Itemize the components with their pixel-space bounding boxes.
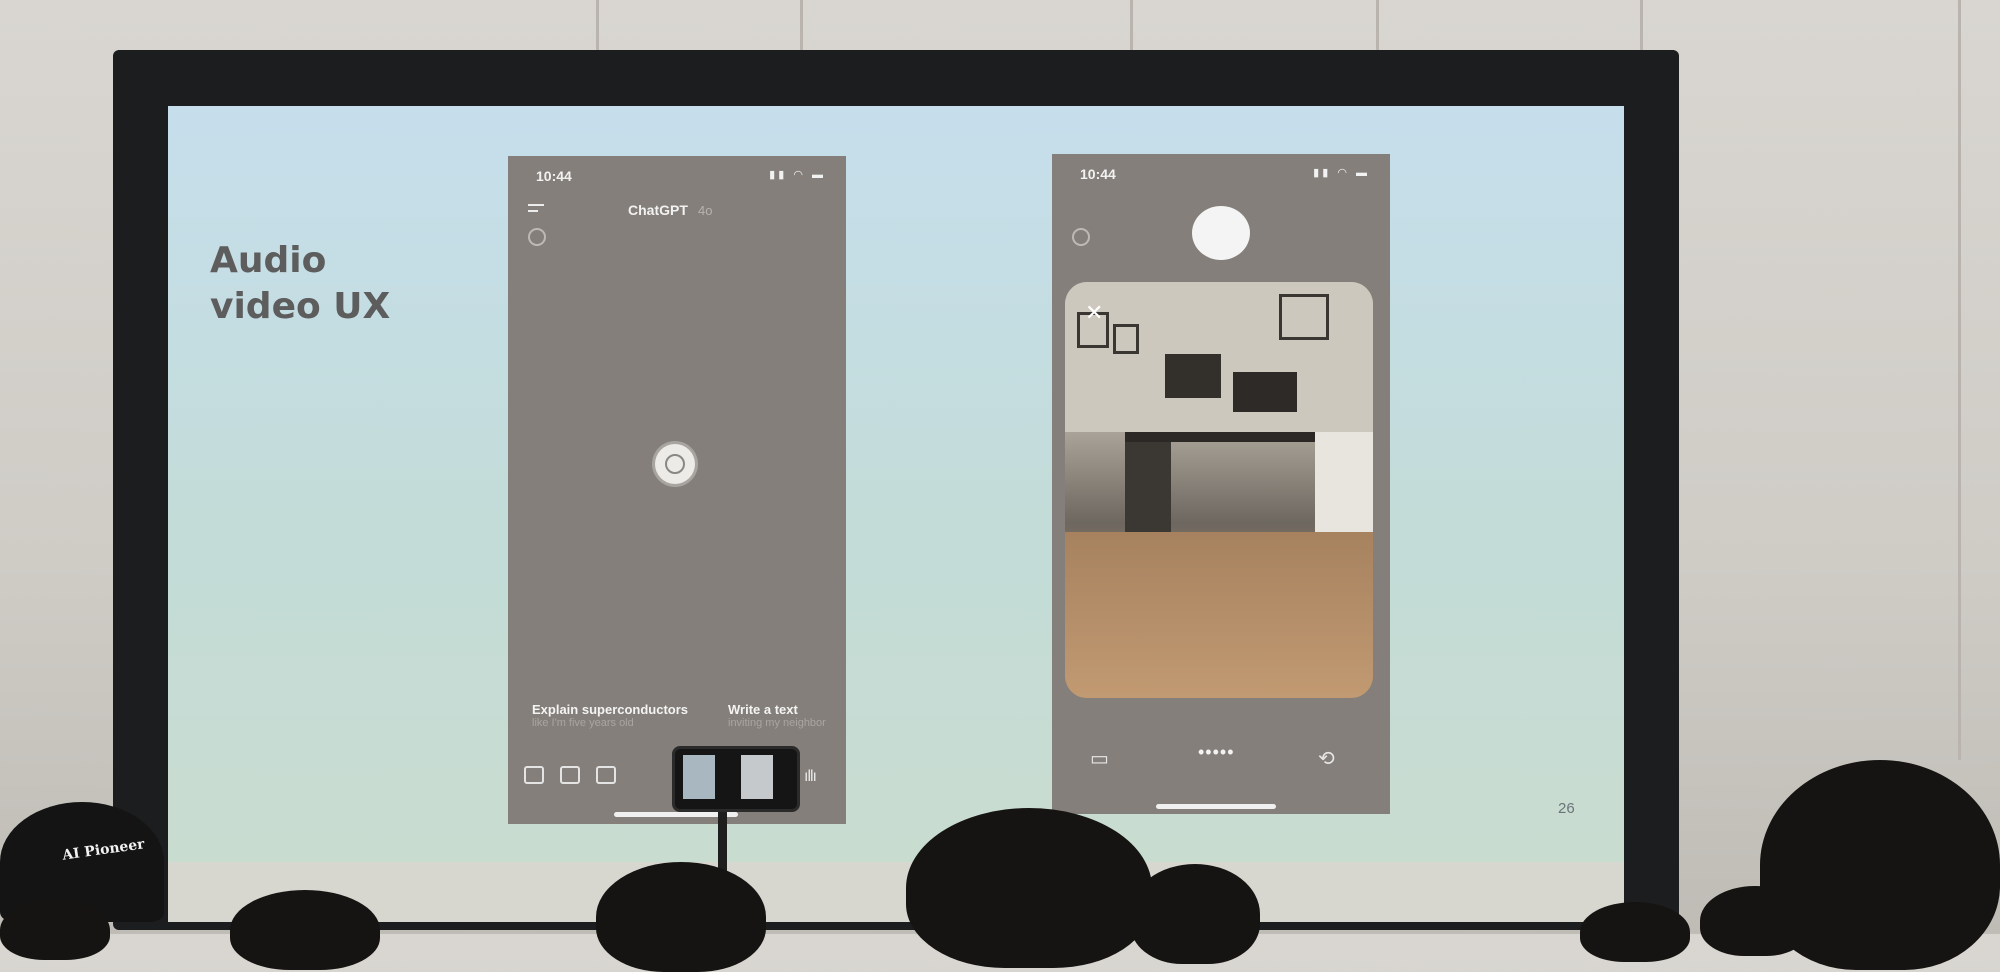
audience-head xyxy=(596,862,766,972)
close-icon[interactable]: ✕ xyxy=(1085,300,1103,326)
suggestion-card[interactable]: Explain superconductors like I'm five ye… xyxy=(532,702,688,729)
phone-screen-right xyxy=(741,755,773,799)
suggestion-subtitle: inviting my neighbor xyxy=(728,717,826,729)
status-icons: ▮▮ ◠ ▬ xyxy=(1313,167,1370,179)
menu-icon[interactable] xyxy=(528,204,544,214)
monitor xyxy=(1233,372,1297,412)
camera-preview: ✕ xyxy=(1065,282,1373,698)
audience-head xyxy=(1130,864,1260,964)
picture-frame xyxy=(1113,324,1139,354)
wall-seam xyxy=(1958,0,1961,760)
status-time: 10:44 xyxy=(536,168,572,184)
status-time: 10:44 xyxy=(1080,166,1116,182)
slide-title: Audio video UX xyxy=(210,238,390,330)
voice-wave-icon[interactable]: ıllı xyxy=(804,768,817,786)
status-icons: ▮▮ ◠ ▬ xyxy=(769,169,826,181)
suggestion-title: Explain superconductors xyxy=(532,702,689,717)
screen-share-icon[interactable]: ▭ xyxy=(1090,746,1109,771)
image-icon[interactable] xyxy=(560,766,580,784)
slide-title-line-1: Audio xyxy=(210,240,327,281)
screen-lower-band xyxy=(168,862,1624,922)
avatar-icon xyxy=(528,228,546,246)
shelf xyxy=(1125,442,1171,532)
audience-head xyxy=(230,890,380,970)
camera-icon[interactable] xyxy=(524,766,544,784)
suggestion-card[interactable]: Write a text inviting my neighbor xyxy=(728,702,826,729)
slide xyxy=(168,106,1624,862)
desk xyxy=(1125,432,1325,442)
chatgpt-video-phone-screenshot: 10:44 ▮▮ ◠ ▬ ✕ ▭ ••••• ⟲ xyxy=(1052,154,1390,814)
model-label[interactable]: 4o xyxy=(698,203,712,218)
slide-page-number: 26 xyxy=(1558,800,1575,817)
monitor xyxy=(1165,354,1221,398)
picture-frame xyxy=(1279,294,1329,340)
suggestion-title: Write a text xyxy=(728,702,798,717)
more-dots-icon[interactable]: ••••• xyxy=(1198,742,1235,763)
audience-head xyxy=(906,808,1152,968)
audience-head xyxy=(0,900,110,960)
avatar-icon xyxy=(1072,228,1090,246)
audience-head xyxy=(1580,902,1690,962)
switch-camera-icon[interactable]: ⟲ xyxy=(1318,746,1335,771)
suggestion-subtitle: like I'm five years old xyxy=(532,717,634,729)
app-title[interactable]: ChatGPT xyxy=(628,202,688,218)
folder-icon[interactable] xyxy=(596,766,616,784)
chatgpt-home-phone-screenshot: 10:44 ▮▮ ◠ ▬ ChatGPT 4o Explain supercon… xyxy=(508,156,846,824)
audience-head xyxy=(1760,760,2000,970)
floor xyxy=(1065,532,1373,698)
home-indicator xyxy=(1156,804,1276,809)
voice-orb xyxy=(1192,206,1250,260)
phone-screen-left xyxy=(683,755,715,799)
slide-title-line-2: video UX xyxy=(210,286,391,327)
phone-on-stand xyxy=(672,746,800,812)
chatgpt-logo-icon xyxy=(655,444,695,484)
